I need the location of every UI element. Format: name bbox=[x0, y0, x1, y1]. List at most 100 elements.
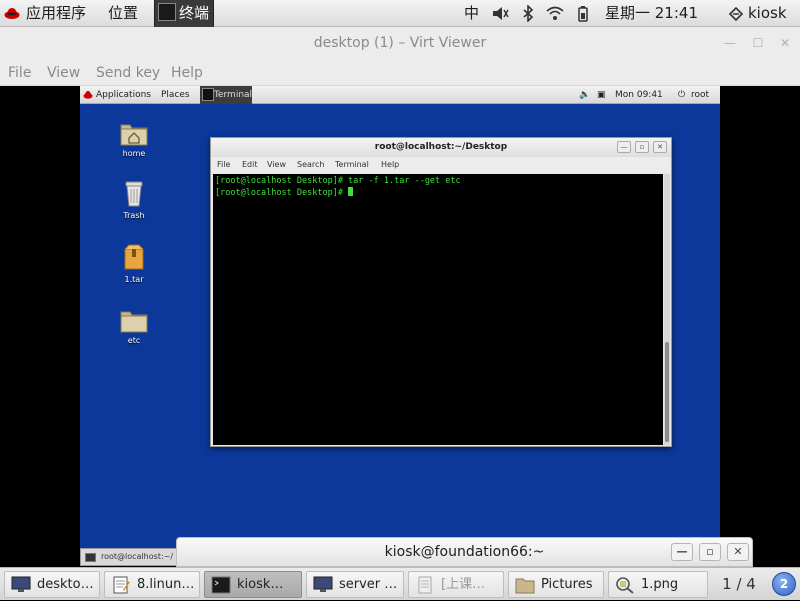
image-viewer-icon bbox=[616, 577, 634, 594]
host-taskbar: deskto… 8.linun… kiosk… server … [上课… Pi… bbox=[0, 567, 800, 600]
desktop-icon-trash[interactable]: Trash bbox=[99, 179, 169, 220]
menu-view[interactable]: View bbox=[47, 65, 80, 81]
taskbar-item-label: [上课… bbox=[441, 577, 486, 592]
guest-network-icon[interactable]: ▣ bbox=[597, 86, 606, 104]
terminal-icon bbox=[211, 576, 231, 594]
guest-menu-search[interactable]: Search bbox=[297, 160, 324, 169]
host-top-panel: 应用程序 位置 终端 中 星期一 21:41 kiosk bbox=[0, 0, 800, 27]
terminal-prompt-line: [root@localhost Desktop]# bbox=[215, 187, 661, 199]
terminal-icon bbox=[85, 553, 96, 562]
host-places-menu[interactable]: 位置 bbox=[108, 0, 138, 27]
guest-terminal-launcher[interactable]: Terminal bbox=[200, 86, 252, 104]
guest-top-panel: Applications Places Terminal 🔈 ▣ Mon 09:… bbox=[80, 86, 720, 104]
host-terminal-minimize-button[interactable]: — bbox=[671, 543, 693, 561]
guest-places-menu[interactable]: Places bbox=[161, 86, 190, 104]
taskbar-item-label: Pictures bbox=[541, 577, 593, 592]
window-menubar: File View Send key Help bbox=[0, 60, 800, 86]
guest-terminal-window[interactable]: root@localhost:~/Desktop — ▫ ✕ File Edit… bbox=[210, 137, 672, 447]
terminal-screen[interactable]: [root@localhost Desktop]# tar -f 1.tar -… bbox=[213, 174, 663, 445]
guest-close-button[interactable]: ✕ bbox=[653, 141, 667, 153]
redhat-logo-icon bbox=[83, 91, 93, 99]
workspace-switcher-icon[interactable]: 2 bbox=[772, 572, 796, 596]
terminal-scrollbar-thumb[interactable] bbox=[665, 342, 669, 442]
taskbar-item-server[interactable]: server … bbox=[306, 571, 404, 598]
desktop-icon-etc[interactable]: etc bbox=[99, 306, 169, 345]
guest-menu-help[interactable]: Help bbox=[381, 160, 399, 169]
guest-terminal-title: root@localhost:~/Desktop bbox=[374, 142, 508, 152]
guest-menu-edit[interactable]: Edit bbox=[242, 160, 258, 169]
desktop-icon-archive[interactable]: 1.tar bbox=[99, 243, 169, 284]
window-title: desktop (1) – Virt Viewer bbox=[313, 35, 487, 51]
menu-help[interactable]: Help bbox=[171, 65, 203, 81]
volume-icon[interactable] bbox=[491, 5, 509, 22]
terminal-icon bbox=[202, 88, 214, 101]
guest-menu-view[interactable]: View bbox=[267, 160, 286, 169]
desktop-icon-home[interactable]: home bbox=[99, 119, 169, 158]
desktop-icon-label: 1.tar bbox=[124, 275, 144, 284]
taskbar-item-label: 8.linun… bbox=[137, 577, 195, 592]
taskbar-item-image[interactable]: 1.png bbox=[608, 571, 708, 598]
host-terminal-title: kiosk@foundation66:~ bbox=[384, 544, 545, 560]
host-terminal-launcher[interactable]: 终端 bbox=[154, 0, 214, 27]
guest-clock[interactable]: Mon 09:41 bbox=[615, 86, 663, 104]
bluetooth-icon[interactable] bbox=[519, 4, 537, 23]
text-editor-icon bbox=[113, 576, 130, 594]
taskbar-item-label: kiosk… bbox=[237, 577, 284, 592]
guest-applications-menu[interactable]: Applications bbox=[96, 86, 151, 104]
menu-send-key[interactable]: Send key bbox=[96, 65, 160, 81]
desktop-icon-label: home bbox=[122, 149, 146, 158]
monitor-icon bbox=[11, 576, 31, 592]
monitor-icon bbox=[313, 576, 333, 592]
desktop-icon-label: etc bbox=[127, 336, 141, 345]
guest-user-menu[interactable]: root bbox=[691, 86, 709, 104]
host-terminal-label: 终端 bbox=[179, 4, 210, 22]
maximize-button[interactable]: ☐ bbox=[751, 36, 765, 50]
terminal-line: [root@localhost Desktop]# tar -f 1.tar -… bbox=[215, 176, 461, 186]
host-applications-menu[interactable]: 应用程序 bbox=[26, 0, 86, 27]
folder-icon bbox=[120, 311, 148, 333]
terminal-scrollbar[interactable] bbox=[664, 174, 670, 445]
host-terminal-titlebar[interactable]: kiosk@foundation66:~ — ▫ ✕ bbox=[176, 537, 753, 567]
archive-icon bbox=[124, 244, 144, 270]
guest-terminal-titlebar[interactable]: root@localhost:~/Desktop — ▫ ✕ bbox=[211, 138, 671, 157]
guest-maximize-button[interactable]: ▫ bbox=[635, 141, 649, 153]
terminal-cursor bbox=[348, 187, 354, 196]
desktop-icon-label: Trash bbox=[123, 211, 145, 220]
taskbar-item-desktop[interactable]: deskto… bbox=[4, 571, 100, 598]
folder-icon bbox=[515, 578, 535, 594]
input-method-indicator[interactable]: 中 bbox=[464, 0, 479, 27]
taskbar-item-label: deskto… bbox=[37, 577, 94, 592]
terminal-prompt: [root@localhost Desktop]# bbox=[215, 188, 349, 198]
host-clock[interactable]: 星期一 21:41 bbox=[605, 0, 698, 27]
workspace-indicator[interactable]: 1 / 4 bbox=[714, 568, 764, 601]
host-terminal-maximize-button[interactable]: ▫ bbox=[699, 543, 721, 561]
taskbar-item-editor[interactable]: 8.linun… bbox=[104, 571, 200, 598]
taskbar-item-label: 1.png bbox=[641, 577, 679, 592]
wifi-icon[interactable] bbox=[546, 5, 564, 22]
taskbar-item-terminal[interactable]: kiosk… bbox=[204, 571, 302, 598]
close-button[interactable]: ✕ bbox=[778, 36, 792, 50]
guest-menu-terminal[interactable]: Terminal bbox=[335, 160, 369, 169]
guest-menu-file[interactable]: File bbox=[217, 160, 230, 169]
taskbar-item-pictures[interactable]: Pictures bbox=[508, 571, 604, 598]
guest-user-icon: ⏻ bbox=[678, 90, 686, 100]
guest-terminal-label: Terminal bbox=[214, 90, 253, 100]
guest-volume-icon[interactable]: 🔈 bbox=[579, 86, 590, 104]
trash-icon bbox=[125, 181, 143, 207]
taskbar-item-document[interactable]: [上课… bbox=[408, 571, 504, 598]
menu-file[interactable]: File bbox=[8, 65, 31, 81]
host-user-menu[interactable]: kiosk bbox=[748, 0, 787, 27]
home-folder-icon bbox=[120, 124, 148, 146]
guest-terminal-menubar: File Edit View Search Terminal Help bbox=[211, 157, 671, 173]
guest-desktop[interactable]: Applications Places Terminal 🔈 ▣ Mon 09:… bbox=[80, 86, 720, 566]
battery-icon[interactable] bbox=[574, 5, 592, 22]
terminal-icon bbox=[158, 3, 176, 21]
minimize-button[interactable]: — bbox=[723, 36, 737, 50]
host-terminal-close-button[interactable]: ✕ bbox=[727, 543, 749, 561]
guest-taskbar-item[interactable]: root@localhost:~/ bbox=[80, 548, 180, 566]
window-titlebar[interactable]: desktop (1) – Virt Viewer — ☐ ✕ bbox=[0, 27, 800, 60]
redhat-logo-icon[interactable] bbox=[4, 6, 20, 20]
document-icon bbox=[418, 576, 432, 594]
guest-minimize-button[interactable]: — bbox=[617, 141, 631, 153]
user-icon bbox=[727, 5, 745, 22]
